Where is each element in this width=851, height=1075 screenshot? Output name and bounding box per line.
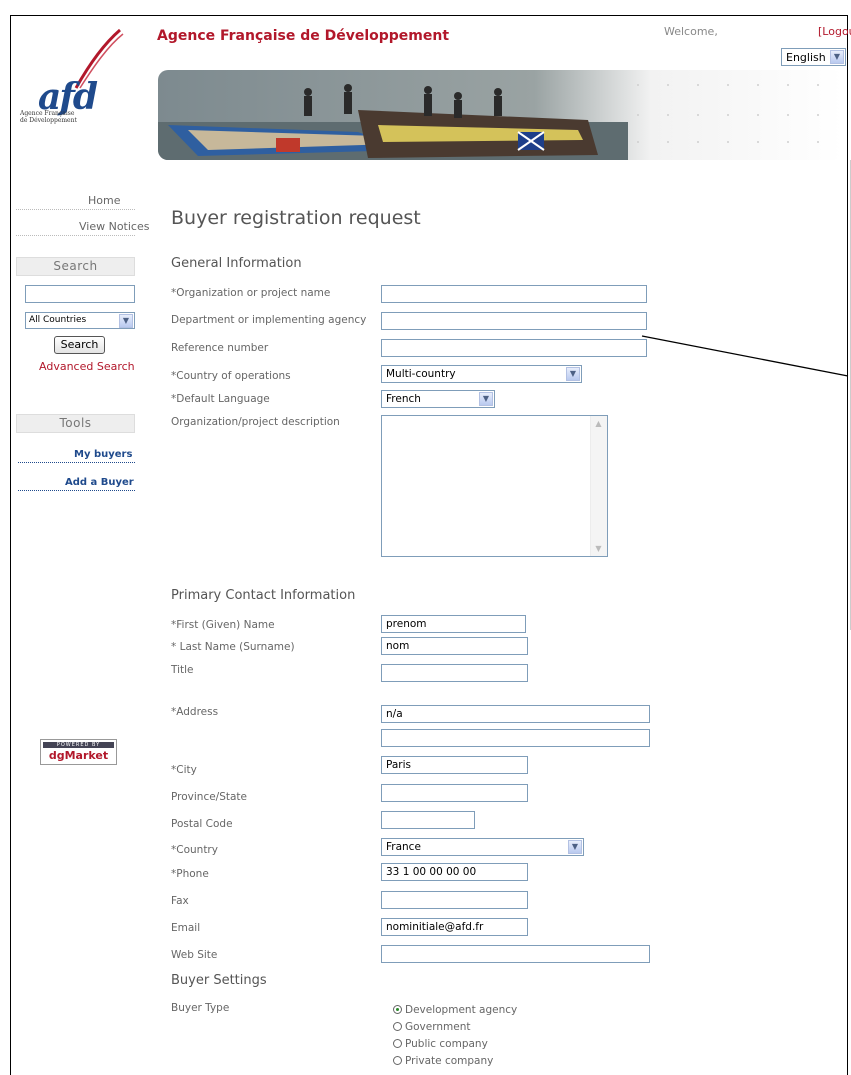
country-filter-value: All Countries	[29, 315, 87, 325]
last-name-label: * Last Name (Surname)	[171, 641, 295, 653]
nav-view-notices[interactable]: View Notices	[79, 220, 149, 233]
buyer-type-option[interactable]: Development agency	[393, 1004, 517, 1016]
radio-icon[interactable]	[393, 1056, 402, 1065]
phone-label: *Phone	[171, 868, 209, 880]
nav-home[interactable]: Home	[88, 194, 120, 207]
primary-contact-heading: Primary Contact Information	[171, 588, 356, 603]
reference-label: Reference number	[171, 342, 269, 354]
language-value: English	[786, 51, 826, 64]
description-textarea[interactable]: ▲ ▼	[381, 415, 608, 557]
logo-subtitle-line2: de Développement	[20, 117, 77, 124]
address-line2-input[interactable]	[381, 729, 650, 747]
address-label: *Address	[171, 706, 219, 718]
province-input[interactable]	[381, 784, 528, 802]
org-name-input[interactable]	[381, 285, 647, 303]
chevron-down-icon: ▼	[830, 50, 844, 64]
org-name: Agence Française de Développement	[157, 28, 450, 44]
general-info-heading: General Information	[171, 256, 302, 271]
tools-heading: Tools	[16, 414, 135, 433]
first-name-label: *First (Given) Name	[171, 619, 275, 631]
chevron-down-icon: ▼	[568, 840, 582, 854]
logo-subtitle: Agence Française de Développement	[20, 110, 77, 124]
city-label: *City	[171, 764, 197, 776]
radio-selected-icon[interactable]	[393, 1005, 402, 1014]
postal-code-input[interactable]	[381, 811, 475, 829]
chevron-down-icon: ▼	[566, 367, 580, 381]
country-select[interactable]: France ▼	[381, 838, 584, 856]
search-input[interactable]	[25, 285, 135, 303]
email-input[interactable]: nominitiale@afd.fr	[381, 918, 528, 936]
country-value: France	[386, 841, 421, 853]
buyer-type-option-label: Public company	[405, 1038, 488, 1050]
website-label: Web Site	[171, 949, 218, 961]
city-input[interactable]: Paris	[381, 756, 528, 774]
first-name-input[interactable]: prenom	[381, 615, 526, 633]
title-input[interactable]	[381, 664, 528, 682]
search-button[interactable]: Search	[54, 336, 105, 354]
radio-icon[interactable]	[393, 1039, 402, 1048]
address-line1-input[interactable]: n/a	[381, 705, 650, 723]
fax-input[interactable]	[381, 891, 528, 909]
country-filter-select[interactable]: All Countries ▼	[25, 312, 135, 329]
textarea-scrollbar[interactable]: ▲ ▼	[590, 416, 607, 556]
country-operations-value: Multi-country	[386, 368, 456, 380]
country-label: *Country	[171, 844, 218, 856]
nav-divider	[16, 209, 135, 210]
department-input[interactable]	[381, 312, 647, 330]
default-language-select[interactable]: French ▼	[381, 390, 495, 408]
scroll-up-icon[interactable]: ▲	[591, 416, 606, 431]
language-select[interactable]: English ▼	[781, 48, 846, 66]
chevron-down-icon: ▼	[479, 392, 493, 406]
country-operations-select[interactable]: Multi-country ▼	[381, 365, 582, 383]
title-label: Title	[171, 664, 194, 676]
welcome-username	[721, 23, 803, 38]
buyer-type-option-label: Development agency	[405, 1004, 518, 1016]
logout-link[interactable]: [Logout]	[818, 25, 851, 38]
fax-label: Fax	[171, 895, 189, 907]
powered-by-label: POWERED BY	[43, 742, 114, 748]
reference-input[interactable]	[381, 339, 647, 357]
email-label: Email	[171, 922, 201, 934]
buyer-type-option[interactable]: Government	[393, 1021, 470, 1033]
header-banner-image	[158, 70, 843, 160]
province-label: Province/State	[171, 791, 248, 803]
phone-input[interactable]: 33 1 00 00 00 00	[381, 863, 528, 881]
last-name-input[interactable]: nom	[381, 637, 528, 655]
tools-divider	[18, 490, 135, 491]
buyer-settings-heading: Buyer Settings	[171, 973, 267, 988]
buyer-type-label: Buyer Type	[171, 1002, 230, 1014]
buyer-type-option-label: Government	[405, 1021, 471, 1033]
radio-icon[interactable]	[393, 1022, 402, 1031]
search-heading: Search	[16, 257, 135, 276]
buyer-type-option-label: Private company	[405, 1055, 494, 1067]
buyer-type-option[interactable]: Public company	[393, 1038, 488, 1050]
tools-divider	[18, 462, 135, 463]
page-title: Buyer registration request	[171, 207, 421, 229]
default-language-label: *Default Language	[171, 393, 270, 405]
my-buyers-link[interactable]: My buyers	[74, 449, 132, 460]
country-operations-label: *Country of operations	[171, 370, 291, 382]
welcome-text: Welcome,	[664, 25, 718, 38]
nav-divider	[16, 235, 135, 236]
logo-subtitle-line1: Agence Française	[20, 110, 75, 117]
description-label: Organization/project description	[171, 416, 340, 428]
postal-code-label: Postal Code	[171, 818, 233, 830]
department-label: Department or implementing agency	[171, 314, 367, 326]
add-buyer-link[interactable]: Add a Buyer	[65, 477, 134, 488]
dgmarket-logo: dgMarket	[48, 749, 109, 762]
chevron-down-icon: ▼	[119, 314, 133, 328]
powered-by-badge[interactable]: POWERED BY dgMarket	[40, 739, 117, 765]
org-name-label: *Organization or project name	[171, 287, 331, 299]
annotation-line	[641, 335, 849, 377]
advanced-search-link[interactable]: Advanced Search	[39, 360, 135, 373]
scroll-down-icon[interactable]: ▼	[591, 541, 606, 556]
buyer-type-option[interactable]: Private company	[393, 1055, 493, 1067]
website-input[interactable]	[381, 945, 650, 963]
default-language-value: French	[386, 393, 421, 405]
